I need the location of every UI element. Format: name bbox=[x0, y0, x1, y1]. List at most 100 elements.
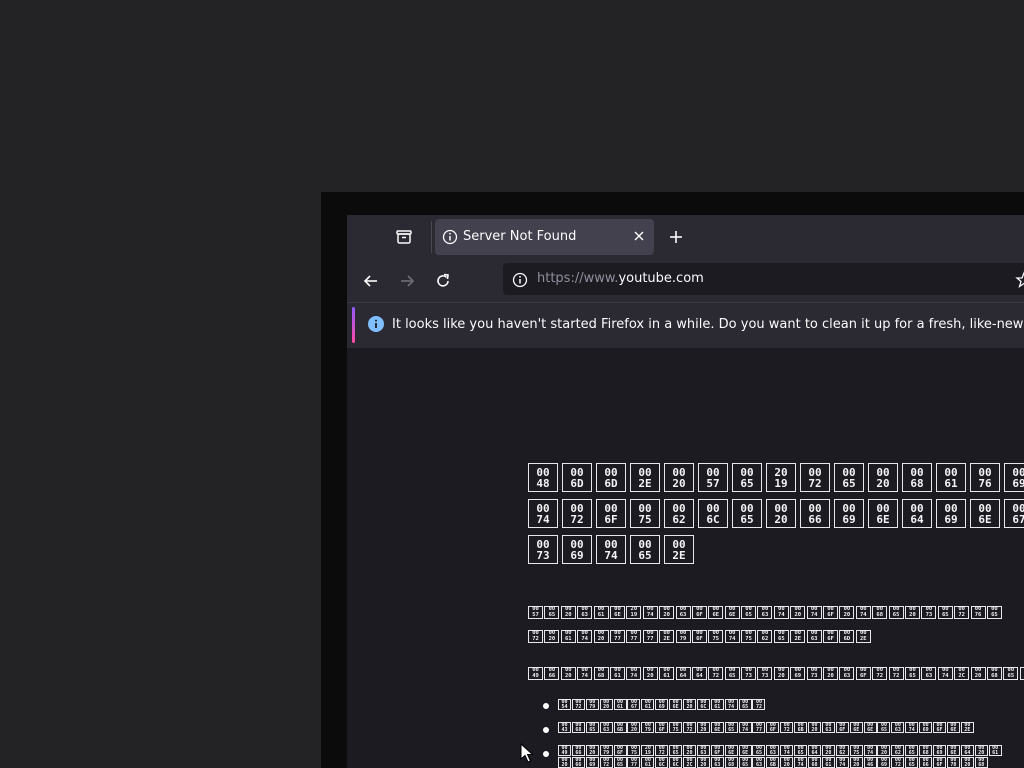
glyph-code-low: 65 bbox=[742, 703, 749, 710]
error-page-content: 00 48 00 6D 00 6D 00 2E 00 20 00 57 00 65 20 19 00 72 00 65… bbox=[347, 348, 1024, 768]
missing-glyph-box: 00 63 bbox=[821, 722, 835, 733]
missing-glyph-box: 0072 bbox=[708, 667, 724, 680]
back-arrow-icon[interactable] bbox=[362, 272, 380, 290]
glyph-code-low: 69 bbox=[794, 673, 802, 679]
tab-server-not-found[interactable]: Server Not Found bbox=[435, 219, 654, 255]
glyph-code-low: 6F bbox=[696, 636, 703, 642]
glyph-code-high: 00 bbox=[808, 465, 822, 479]
bookmark-star-icon[interactable] bbox=[1015, 271, 1024, 289]
bullet-line: 00 20 00 66 00 69 00 72 00 65 00 77 00 61 00 6C 00 6C 00 2C… bbox=[558, 757, 988, 768]
missing-glyph-box: 00 78 bbox=[946, 757, 960, 768]
glyph-code-low: 77 bbox=[630, 761, 637, 768]
heading-line: 00 74 00 72 00 6F 00 75 00 62 00 6C 00 65 00 20 00 66 00 69… bbox=[528, 499, 1024, 528]
glyph-code-low: 20 bbox=[778, 673, 785, 679]
missing-glyph-box: 00 79 bbox=[641, 722, 655, 733]
missing-glyph-box: 0072 bbox=[888, 667, 904, 680]
url-text[interactable]: https://www.youtube.com bbox=[537, 271, 704, 286]
missing-glyph-box: 00 61 bbox=[821, 757, 835, 768]
missing-glyph-box: 00 69 bbox=[877, 757, 891, 768]
glyph-code-high: 00 bbox=[910, 501, 924, 515]
glyph-code-low: 65 bbox=[548, 612, 556, 618]
new-tab-icon[interactable] bbox=[668, 229, 684, 245]
glyph-code-low: 61 bbox=[597, 612, 605, 618]
missing-glyph-box: 00 68 bbox=[571, 722, 585, 733]
reload-icon[interactable] bbox=[434, 272, 452, 290]
missing-glyph-box: 0072 bbox=[562, 499, 592, 528]
list-all-tabs-icon[interactable] bbox=[393, 226, 415, 248]
glyph-code-low: 72 bbox=[686, 726, 693, 733]
missing-glyph-box: 20 19 bbox=[626, 606, 642, 619]
glyph-code-low: 79 bbox=[679, 636, 687, 642]
missing-glyph-box: 00 77 bbox=[609, 630, 625, 643]
glyph-code-low: 69 bbox=[842, 512, 856, 526]
glyph-code-low: 61 bbox=[714, 703, 721, 710]
missing-glyph-box: 00 62 bbox=[835, 745, 849, 756]
glyph-code-high: 00 bbox=[1012, 501, 1024, 515]
glyph-code-high: 00 bbox=[570, 501, 584, 515]
glyph-code-low: 6F bbox=[696, 612, 703, 618]
missing-glyph-box: 00 74 bbox=[794, 757, 808, 768]
missing-glyph-box: 00 65 bbox=[585, 722, 599, 733]
glyph-code-low: 20 bbox=[589, 749, 596, 756]
glyph-code-low: 65 bbox=[742, 761, 749, 768]
missing-glyph-box: 00 64 bbox=[960, 745, 974, 756]
glyph-code-low: 75 bbox=[745, 636, 752, 642]
missing-glyph-box: 00 20 bbox=[683, 745, 697, 756]
glyph-code-low: 20 bbox=[646, 673, 654, 679]
missing-glyph-box: 00 6F bbox=[613, 745, 627, 756]
missing-glyph-box: 00 61 bbox=[560, 630, 576, 643]
glyph-code-low: 20 bbox=[853, 761, 860, 768]
missing-glyph-box: 00 20 bbox=[849, 757, 863, 768]
close-tab-icon[interactable] bbox=[632, 229, 646, 243]
missing-glyph-box: 00 63 bbox=[757, 606, 773, 619]
glyph-code-low: 68 bbox=[876, 612, 884, 618]
glyph-code-low: 77 bbox=[755, 726, 762, 733]
glyph-code-low: 65 bbox=[589, 726, 596, 733]
missing-glyph-box: 00 77 bbox=[752, 722, 766, 733]
missing-glyph-box: 00 6E bbox=[970, 499, 1000, 528]
missing-glyph-box: 00 48 bbox=[528, 463, 558, 492]
glyph-code-low: 72 bbox=[755, 703, 762, 710]
glyph-code-low: 65 bbox=[842, 476, 856, 490]
missing-glyph-box: 00 6F bbox=[855, 667, 871, 680]
missing-glyph-box: 00 66 bbox=[544, 667, 560, 680]
forward-arrow-icon[interactable] bbox=[398, 272, 416, 290]
glyph-code-low: 68 bbox=[991, 673, 998, 679]
glyph-code-low: 74 bbox=[908, 726, 915, 733]
glyph-code-high: 00 bbox=[842, 501, 856, 515]
site-info-icon[interactable] bbox=[512, 272, 528, 288]
glyph-code-high: 00 bbox=[672, 537, 686, 551]
glyph-code-low: 6F bbox=[617, 749, 624, 756]
glyph-code-low: 66 bbox=[808, 512, 822, 526]
missing-glyph-box: 00 6C bbox=[669, 757, 683, 768]
glyph-code-low: 68 bbox=[922, 749, 929, 756]
glyph-code-low: 74 bbox=[630, 673, 638, 679]
notification-bar: It looks like you haven't started Firefo… bbox=[347, 302, 1024, 348]
missing-glyph-box: 20 19 bbox=[766, 463, 796, 492]
missing-glyph-box: 00 6E bbox=[868, 499, 898, 528]
missing-glyph-box: 00 57 bbox=[528, 606, 543, 619]
missing-glyph-box: 00 6D bbox=[562, 463, 592, 492]
glyph-code-low: 61 bbox=[644, 703, 651, 710]
missing-glyph-box: 00 73 bbox=[741, 667, 757, 680]
url-bar[interactable]: https://www.youtube.com bbox=[503, 263, 1024, 295]
glyph-code-low: 6E bbox=[742, 749, 749, 756]
glyph-code-low: 78 bbox=[950, 761, 957, 768]
mouse-cursor-icon bbox=[520, 743, 534, 763]
glyph-code-low: 20 bbox=[825, 749, 832, 756]
missing-glyph-box: 00 79 bbox=[599, 745, 613, 756]
missing-glyph-box: 00 2E bbox=[790, 630, 806, 643]
missing-glyph-box: 0072 bbox=[800, 463, 830, 492]
missing-glyph-box: 00 2C bbox=[954, 667, 970, 680]
missing-glyph-box: 00 65 bbox=[630, 535, 660, 564]
missing-glyph-box: 00 64 bbox=[675, 667, 691, 680]
missing-glyph-box: 00 73 bbox=[528, 535, 558, 564]
missing-glyph-box: 00 61 bbox=[593, 606, 609, 619]
missing-glyph-box: 00 68 bbox=[986, 667, 1002, 680]
missing-glyph-box: 00 20 bbox=[560, 667, 576, 680]
glyph-code-low: 69 bbox=[589, 761, 596, 768]
glyph-code-low: 20 bbox=[700, 726, 707, 733]
glyph-code-low: 69 bbox=[658, 703, 665, 710]
glyph-code-low: 20 bbox=[774, 512, 788, 526]
glyph-code-low: 74 bbox=[728, 703, 735, 710]
